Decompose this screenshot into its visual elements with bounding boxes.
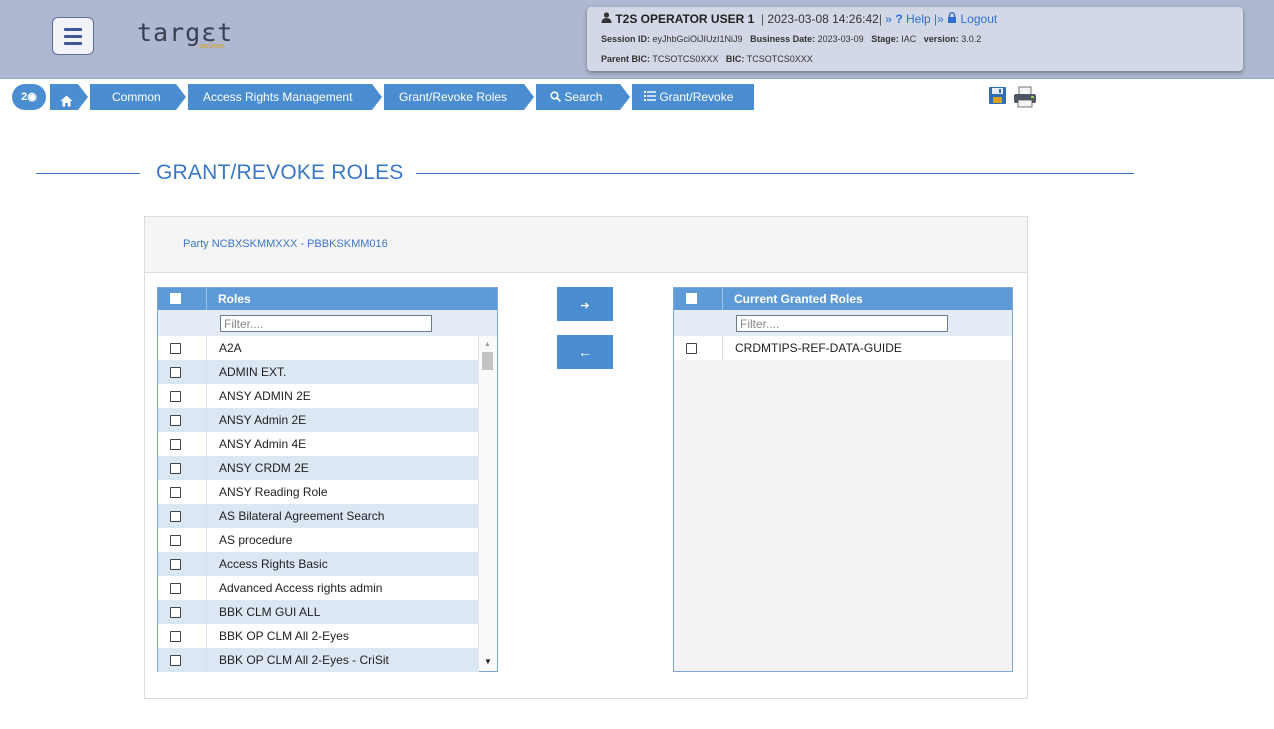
session-datetime: 2023-03-08 14:26:42 [767,12,879,26]
scroll-thumb[interactable] [482,352,493,370]
granted-column-header: Current Granted Roles [734,292,863,306]
table-row[interactable]: BBK OP CLM All 2-Eyes [158,624,479,648]
list-icon [644,90,659,104]
hamburger-menu-button[interactable] [52,17,94,55]
row-label: ANSY ADMIN 2E [219,389,311,403]
bic-details: Parent BIC: TCSOTCS0XXX BIC: TCSOTCS0XXX [601,54,813,64]
breadcrumb-common[interactable]: Common [90,84,176,110]
grant-role-button[interactable]: ➔ [557,287,613,321]
app-header: targɛt services T2S OPERATOR USER 1 | 20… [0,0,1274,79]
breadcrumb-home[interactable] [50,84,78,110]
row-label: ADMIN EXT. [219,365,287,379]
row-label: ANSY Admin 4E [219,437,307,451]
row-checkbox[interactable] [170,415,181,426]
title-rule-left [36,173,140,174]
help-link[interactable]: Help [906,12,931,26]
row-label: AS Bilateral Agreement Search [219,509,385,523]
roles-table: Roles A2A ADMIN EXT. ANSY ADMIN 2E ANSY Adm… [157,287,498,672]
logout-link[interactable]: Logout [961,12,998,26]
user-name: T2S OPERATOR USER 1 [615,12,755,26]
table-row[interactable]: AS Bilateral Agreement Search [158,504,479,528]
party-label: Party NCBXSKMMXXX - PBBKSKMM016 [183,238,388,250]
print-icon[interactable] [1012,86,1038,108]
panel-header: Party NCBXSKMMXXX - PBBKSKMM016 [145,217,1027,273]
row-checkbox[interactable] [170,439,181,450]
session-details: Session ID: eyJhbGciOiJIUzI1NiJ9 Busines… [601,34,982,44]
granted-roles-table: Current Granted Roles CRDMTIPS-REF-DATA-… [673,287,1013,672]
row-checkbox[interactable] [170,631,181,642]
granted-filter-input[interactable] [736,315,948,332]
granted-filter-row [674,310,1012,336]
table-row[interactable]: ANSY ADMIN 2E [158,384,479,408]
row-checkbox[interactable] [170,583,181,594]
select-all-roles-checkbox[interactable] [170,293,181,304]
row-label: BBK OP CLM All 2-Eyes [219,629,349,643]
table-row[interactable]: BBK CLM GUI ALL [158,600,479,624]
table-row[interactable]: ANSY Admin 2E [158,408,479,432]
row-label: ANSY Reading Role [219,485,328,499]
select-all-granted-checkbox[interactable] [686,293,697,304]
row-label: AS procedure [219,533,293,547]
row-label: Advanced Access rights admin [219,581,383,595]
row-checkbox[interactable] [170,511,181,522]
search-icon [550,90,564,104]
row-label: CRDMTIPS-REF-DATA-GUIDE [735,341,902,355]
breadcrumb-grant-revoke[interactable]: Grant/Revoke [632,84,754,110]
scroll-down-icon[interactable]: ▼ [484,657,492,666]
title-rule-right [416,173,1134,174]
arrow-left-icon: ← [578,344,592,360]
session-info-panel: T2S OPERATOR USER 1 | 2023-03-08 14:26:4… [587,7,1243,71]
row-label: ANSY CRDM 2E [219,461,309,475]
revoke-role-button[interactable]: ← [557,335,613,369]
breadcrumb-access-rights-management[interactable]: Access Rights Management [188,84,372,110]
table-row[interactable]: ANSY Reading Role [158,480,479,504]
row-checkbox[interactable] [170,535,181,546]
table-row[interactable]: AS procedure [158,528,479,552]
help-icon[interactable]: ? [895,12,902,26]
scroll-up-icon[interactable]: ▲ [484,341,491,348]
row-checkbox[interactable] [170,367,181,378]
row-label: ANSY Admin 2E [219,413,307,427]
user-icon [601,12,615,26]
eye-icon: ◉ [27,91,37,103]
roles-table-header: Roles [158,288,497,310]
arrow-right-icon: ➔ [580,300,590,312]
breadcrumb-search[interactable]: Search [536,84,620,110]
row-checkbox[interactable] [170,607,181,618]
roles-scrollbar[interactable]: ▲ ▼ [478,336,497,671]
roles-filter-row [158,310,497,336]
table-row[interactable]: Advanced Access rights admin [158,576,479,600]
row-checkbox[interactable] [170,391,181,402]
row-checkbox[interactable] [170,655,181,666]
table-row[interactable]: ANSY CRDM 2E [158,456,479,480]
logo-subtitle: services [199,43,225,50]
roles-column-header: Roles [218,292,251,306]
lock-icon[interactable] [947,12,960,26]
granted-empty-area [674,360,1012,671]
granted-table-header: Current Granted Roles [674,288,1012,310]
row-checkbox[interactable] [686,343,697,354]
table-row[interactable]: ADMIN EXT. [158,360,479,384]
row-label: BBK CLM GUI ALL [219,605,321,619]
row-checkbox[interactable] [170,559,181,570]
table-row[interactable]: A2A [158,336,479,360]
home-icon [60,90,73,116]
table-row[interactable]: CRDMTIPS-REF-DATA-GUIDE [674,336,1012,360]
row-label: A2A [219,341,242,355]
row-checkbox[interactable] [170,343,181,354]
page-title: GRANT/REVOKE ROLES [156,161,404,184]
save-icon[interactable] [988,86,1010,106]
row-label: BBK OP CLM All 2-Eyes - CriSit [219,653,389,667]
table-row[interactable]: BBK OP CLM All 2-Eyes - CriSit [158,648,479,672]
row-label: Access Rights Basic [219,557,328,571]
table-row[interactable]: ANSY Admin 4E [158,432,479,456]
roles-filter-input[interactable] [220,315,432,332]
row-checkbox[interactable] [170,487,181,498]
table-row[interactable]: Access Rights Basic [158,552,479,576]
row-checkbox[interactable] [170,463,181,474]
watch-badge[interactable]: 2◉ [12,84,46,110]
breadcrumb-grant-revoke-roles[interactable]: Grant/Revoke Roles [384,84,524,110]
